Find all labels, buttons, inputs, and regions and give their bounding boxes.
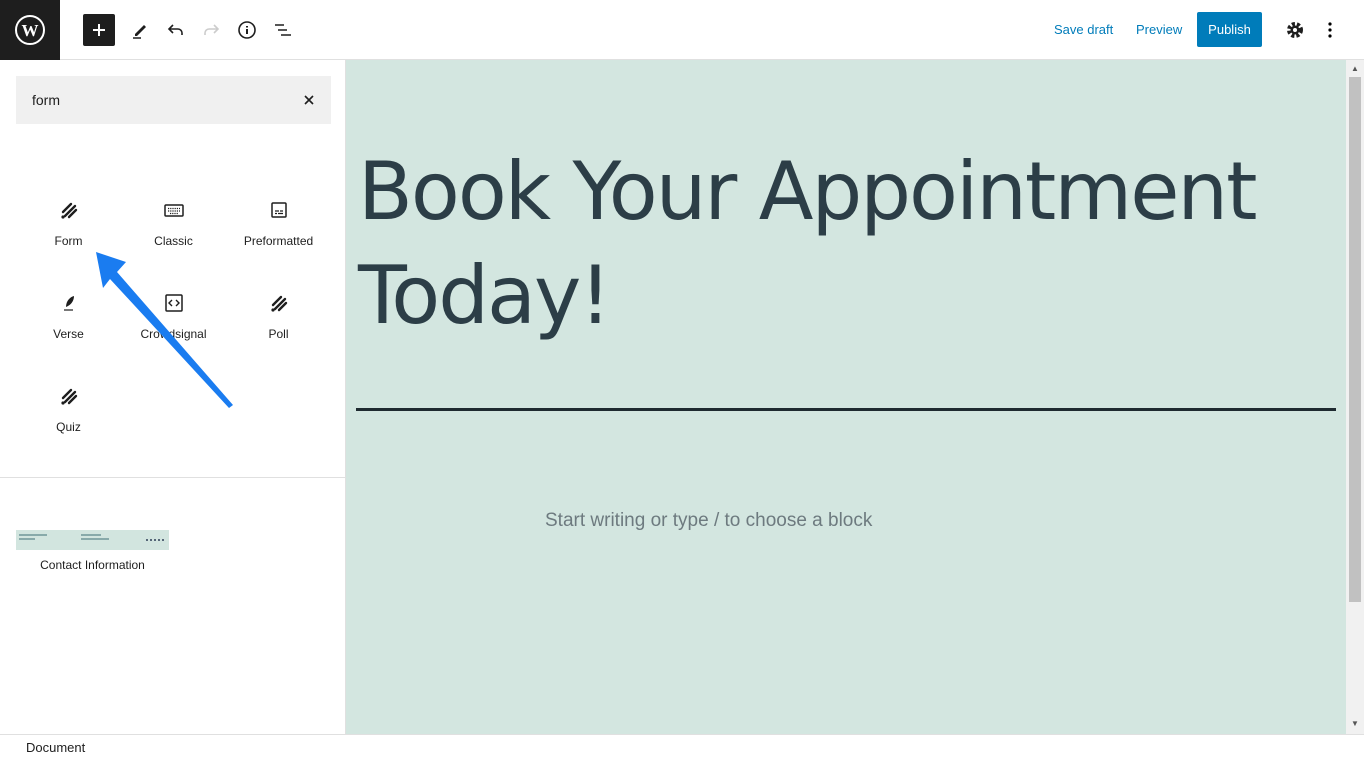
pattern-preview [16,530,169,550]
list-view-icon [275,24,291,36]
close-icon[interactable] [303,94,315,106]
block-crowdsignal[interactable]: Crowdsignal [121,293,226,341]
post-title[interactable]: Book Your Appointment Today! [358,140,1338,348]
settings-button[interactable] [1279,14,1311,46]
details-button[interactable] [231,14,263,46]
separator-block[interactable] [356,408,1336,411]
block-label: Verse [53,327,84,341]
block-classic[interactable]: Classic [121,200,226,248]
block-form[interactable]: Form [16,200,121,248]
redo-button[interactable] [195,14,227,46]
block-label: Classic [154,234,193,248]
block-label: Crowdsignal [140,327,207,341]
undo-button[interactable] [160,14,192,46]
tools-button[interactable] [124,14,156,46]
editor-canvas[interactable]: Book Your Appointment Today! Start writi… [346,60,1346,734]
block-preformatted[interactable]: Preformatted [226,200,331,248]
scroll-down-icon[interactable]: ▼ [1351,719,1359,728]
plus-icon [93,24,105,36]
code-icon [164,294,183,312]
options-button[interactable] [1314,14,1346,46]
top-toolbar: W Save draft Preview Publish [0,0,1364,60]
block-label: Preformatted [243,234,314,248]
list-view-button[interactable] [267,14,299,46]
wordpress-logo-button[interactable]: W [0,0,60,60]
block-search-input[interactable] [32,92,303,108]
save-draft-button[interactable]: Save draft [1054,22,1113,37]
pattern-contact-information[interactable]: Contact Information [16,530,169,572]
block-label: Quiz [56,420,81,434]
block-label: Poll [268,327,289,341]
breadcrumb-document[interactable]: Document [26,740,85,755]
pencil-icon [133,25,146,39]
svg-text:W: W [22,21,39,40]
gear-icon [1287,22,1303,38]
redo-icon [204,24,220,35]
block-label: Form [54,234,83,248]
preformatted-icon [270,202,287,218]
keyboard-icon [163,204,184,217]
scrollbar-thumb[interactable] [1349,77,1361,602]
block-search [16,76,331,124]
preview-button[interactable]: Preview [1136,22,1182,37]
block-inserter-panel: Form Classic Preformatted Verse Crowdsignal P… [0,60,346,734]
undo-icon [167,24,183,35]
crowdsignal-icon [60,202,77,219]
block-breadcrumb: Document [0,734,1364,757]
scrollbar[interactable]: ▲ ▼ [1346,60,1364,734]
block-quiz[interactable]: Quiz [16,386,121,434]
block-verse[interactable]: Verse [16,293,121,341]
add-block-button[interactable] [83,14,115,46]
wordpress-icon: W [15,15,45,45]
scroll-up-icon[interactable]: ▲ [1351,64,1359,73]
publish-button[interactable]: Publish [1197,12,1262,47]
block-appender-placeholder[interactable]: Start writing or type / to choose a bloc… [545,510,872,532]
pattern-label: Contact Information [40,558,145,572]
info-icon [238,21,256,39]
crowdsignal-icon [60,388,77,405]
more-vertical-icon [1328,22,1332,38]
feather-icon [63,296,74,311]
crowdsignal-icon [270,295,287,312]
block-poll[interactable]: Poll [226,293,331,341]
divider [0,477,346,478]
